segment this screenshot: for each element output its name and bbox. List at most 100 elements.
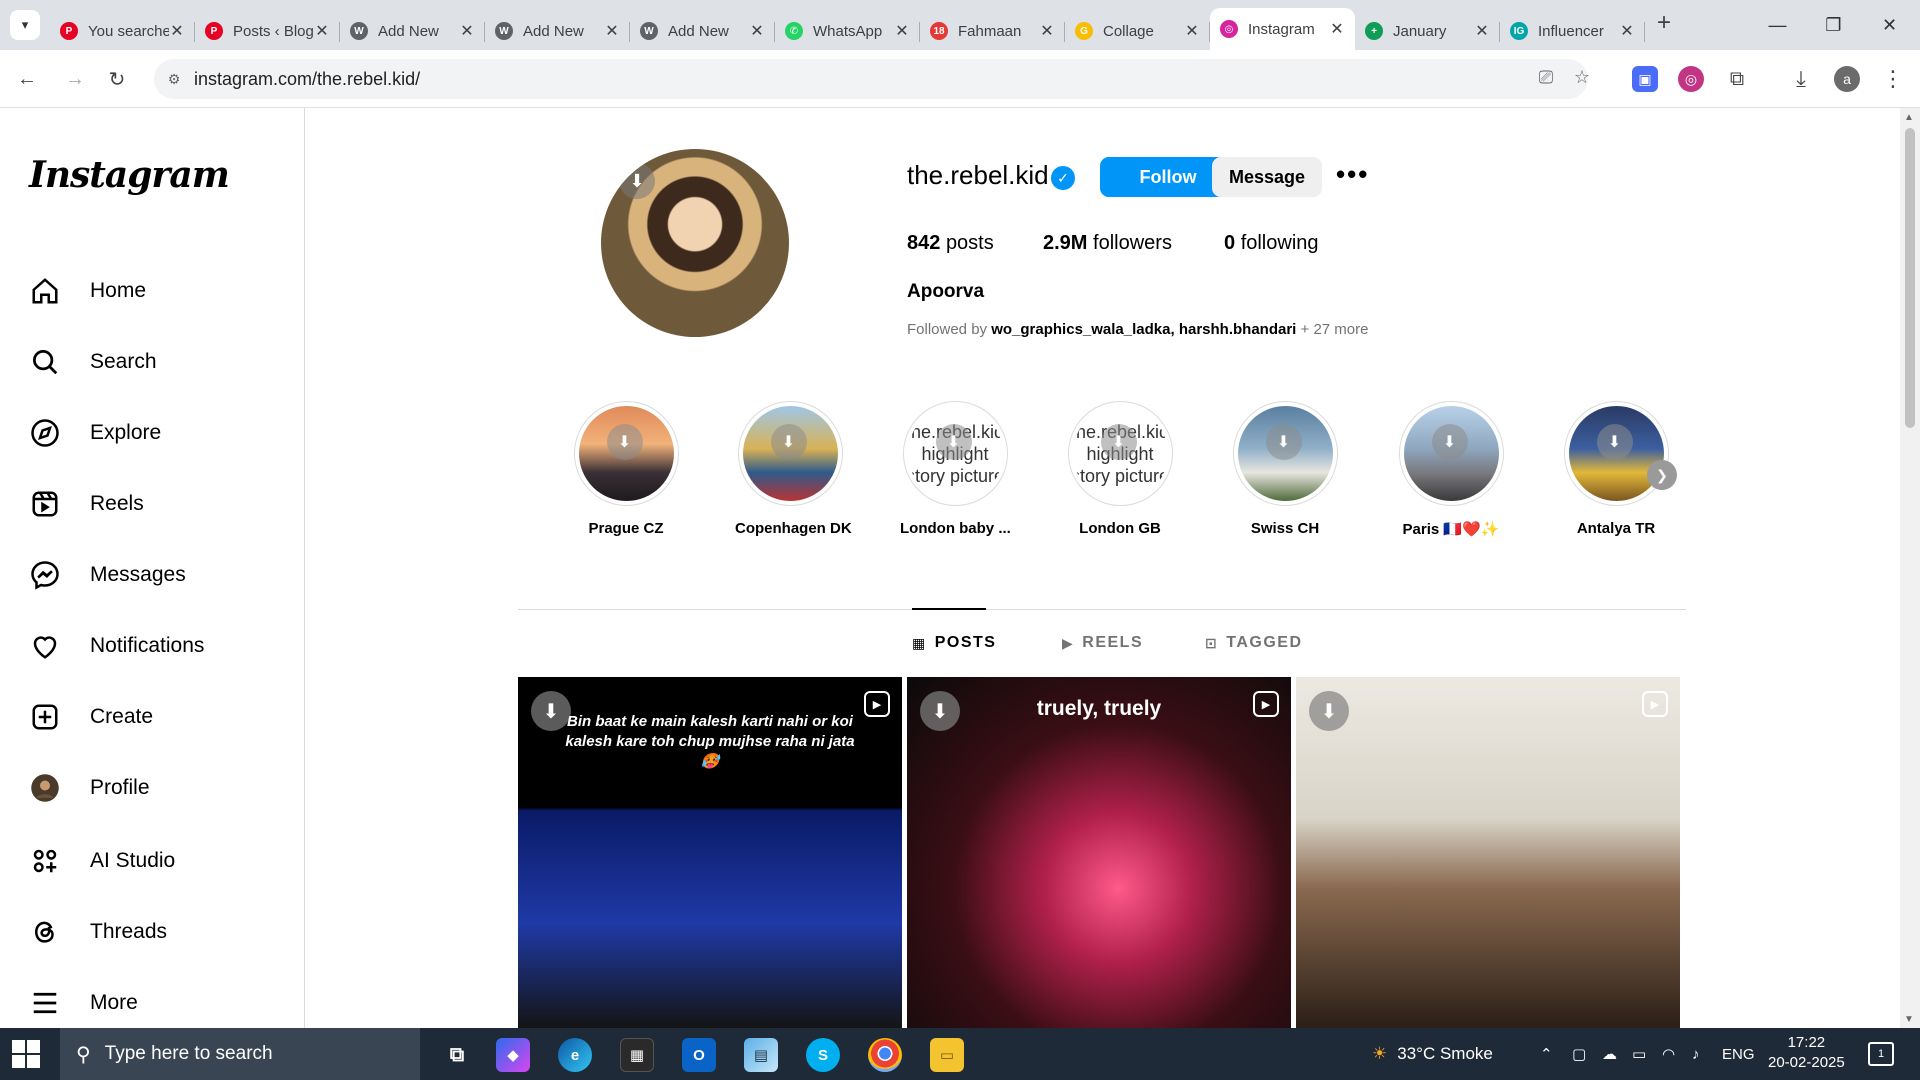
tab-search-button[interactable]: ▾ — [10, 10, 40, 40]
taskbar-search-box[interactable]: ⚲ Type here to search — [60, 1028, 420, 1080]
tab-close-icon[interactable]: ✕ — [169, 21, 185, 41]
skype-icon[interactable]: S — [806, 1038, 840, 1072]
tab-close-icon[interactable]: ✕ — [459, 21, 475, 41]
language-indicator[interactable]: ENG — [1722, 1028, 1755, 1080]
browser-tab[interactable]: IG Influencer ✕ — [1500, 14, 1645, 48]
notes-icon[interactable]: ▤ — [744, 1038, 778, 1072]
browser-tab[interactable]: ✆ WhatsApp ✕ — [775, 14, 920, 48]
url-text[interactable]: instagram.com/the.rebel.kid/ — [194, 69, 420, 90]
browser-tab[interactable]: P You searched✕ — [50, 14, 195, 48]
download-icon[interactable]: ⬇ — [619, 163, 655, 199]
tab-close-icon[interactable]: ✕ — [1619, 21, 1635, 41]
file-explorer-icon[interactable]: ▭ — [930, 1038, 964, 1072]
chrome-icon[interactable] — [868, 1038, 902, 1072]
address-bar[interactable]: ⚙ instagram.com/the.rebel.kid/ ⎚ ☆ — [154, 59, 1590, 99]
followed-by-text[interactable]: Followed by wo_graphics_wala_ladka, hars… — [907, 321, 1369, 338]
scroll-up-icon[interactable]: ▲ — [1904, 112, 1914, 123]
tab-close-icon[interactable]: ✕ — [1184, 21, 1200, 41]
browser-tab[interactable]: G Collage ✕ — [1065, 14, 1210, 48]
tab-posts[interactable]: ▦ POSTS — [912, 634, 996, 652]
scroll-down-icon[interactable]: ▼ — [1904, 1014, 1914, 1025]
scrollbar-thumb[interactable] — [1905, 128, 1915, 428]
download-icon[interactable]: ⬇ — [770, 424, 807, 460]
sidebar-item-ai-studio[interactable]: AI Studio — [28, 841, 175, 881]
download-icon[interactable]: ⬇ — [1265, 424, 1302, 460]
store-icon[interactable]: ▦ — [620, 1038, 654, 1072]
followed-by-user-1[interactable]: wo_graphics_wala_ladka — [991, 321, 1170, 338]
sidebar-item-messages[interactable]: Messages — [28, 555, 186, 595]
show-hidden-icons[interactable]: ⌃ — [1540, 1028, 1553, 1080]
download-icon[interactable]: ⬇ — [1100, 424, 1137, 460]
tab-close-icon[interactable]: ✕ — [894, 21, 910, 41]
sidebar-item-home[interactable]: Home — [28, 271, 146, 311]
download-icon[interactable]: ⬇ — [935, 424, 972, 460]
sidebar-item-create[interactable]: Create — [28, 697, 153, 737]
download-icon[interactable]: ⬇ — [1309, 691, 1349, 731]
back-button[interactable]: ← — [12, 64, 42, 94]
new-tab-button[interactable]: + — [1652, 11, 1676, 36]
windows-start-button[interactable] — [12, 1040, 42, 1070]
kebab-menu-icon[interactable]: ⋮ — [1880, 66, 1906, 92]
weather-widget[interactable]: ☀ 33°C Smoke — [1372, 1028, 1493, 1080]
browser-tab[interactable]: W Add New ✕ — [340, 14, 485, 48]
edge-icon[interactable]: e — [558, 1038, 592, 1072]
profile-avatar-button[interactable]: a — [1834, 66, 1860, 92]
more-options-icon[interactable]: ••• — [1336, 161, 1368, 192]
sidebar-item-notifications[interactable]: Notifications — [28, 626, 204, 666]
tab-close-icon[interactable]: ✕ — [604, 21, 620, 41]
browser-tab[interactable]: ◎ Instagram ✕ — [1210, 8, 1355, 50]
profile-avatar[interactable]: ⬇ — [601, 149, 789, 337]
message-button[interactable]: Message — [1212, 157, 1322, 197]
task-view-icon[interactable]: ⧉ — [440, 1038, 474, 1072]
tab-close-icon[interactable]: ✕ — [1474, 21, 1490, 41]
translate-extension-icon[interactable]: ▣ — [1632, 66, 1658, 92]
followers-count[interactable]: 2.9M followers — [1043, 232, 1172, 255]
followed-by-more[interactable]: + 27 more — [1301, 321, 1369, 338]
onedrive-icon[interactable]: ☁ — [1602, 1028, 1617, 1080]
sidebar-item-threads[interactable]: Threads — [28, 912, 167, 952]
close-window-button[interactable]: ✕ — [1862, 0, 1917, 50]
install-app-icon[interactable]: ⎚ — [1534, 67, 1558, 91]
tab-tagged[interactable]: ⊡ TAGGED — [1205, 634, 1303, 652]
sidebar-item-reels[interactable]: Reels — [28, 484, 144, 524]
wifi-icon[interactable]: ◠ — [1662, 1028, 1675, 1080]
page-scrollbar[interactable]: ▲ ▼ — [1900, 108, 1920, 1028]
tab-close-icon[interactable]: ✕ — [1329, 19, 1345, 39]
browser-tab[interactable]: 18 Fahmaan ✕ — [920, 14, 1065, 48]
highlight-item[interactable]: ⬇ Copenhagen DK — [735, 401, 852, 537]
forward-button[interactable]: → — [60, 64, 90, 94]
post-tile[interactable]: ⬇ ▶ Bin baat ke main kalesh karti nahi or … — [518, 677, 902, 1029]
extensions-puzzle-icon[interactable]: ⧉ — [1724, 66, 1750, 92]
followed-by-user-2[interactable]: harshh.bhandari — [1179, 321, 1297, 338]
highlight-item[interactable]: ⬇ Swiss CH — [1230, 401, 1340, 537]
download-icon[interactable]: ⬇ — [1596, 424, 1633, 460]
highlight-item[interactable]: ⬇ Paris 🇫🇷❤️✨ — [1396, 401, 1506, 538]
copilot-icon[interactable]: ◆ — [496, 1038, 530, 1072]
sidebar-item-explore[interactable]: Explore — [28, 413, 161, 453]
post-tile[interactable]: ⬇ ▶ — [1296, 677, 1680, 1029]
download-icon[interactable]: ⬇ — [606, 424, 643, 460]
bookmark-star-icon[interactable]: ☆ — [1570, 67, 1594, 91]
volume-icon[interactable]: ♪ — [1692, 1028, 1700, 1080]
browser-tab[interactable]: W Add New ✕ — [485, 14, 630, 48]
instagram-logo[interactable]: Instagram — [29, 154, 230, 196]
browser-tab[interactable]: P Posts ‹ Blog ✕ — [195, 14, 340, 48]
download-icon[interactable]: ⬇ — [1431, 424, 1468, 460]
download-icon[interactable]: ⤓ — [1788, 66, 1814, 92]
browser-tab[interactable]: + January ✕ — [1355, 14, 1500, 48]
minimize-button[interactable]: — — [1750, 0, 1805, 50]
sidebar-item-more[interactable]: More — [28, 983, 138, 1023]
tab-close-icon[interactable]: ✕ — [749, 21, 765, 41]
instagram-extension-icon[interactable]: ◎ — [1678, 66, 1704, 92]
highlight-item[interactable]: the.rebel.kid highlight story picture⬇ Lo… — [1065, 401, 1175, 537]
restore-button[interactable]: ❐ — [1806, 0, 1861, 50]
system-clock[interactable]: 17:22 20-02-2025 — [1768, 1033, 1845, 1073]
battery-icon[interactable]: ▭ — [1632, 1028, 1646, 1080]
outlook-icon[interactable]: O — [682, 1038, 716, 1072]
following-count[interactable]: 0 following — [1224, 232, 1319, 255]
highlight-item[interactable]: the.rebel.kid highlight story picture⬇ Lo… — [900, 401, 1011, 537]
site-info-icon[interactable]: ⚙ — [154, 71, 194, 88]
meet-icon[interactable]: ▢ — [1572, 1028, 1586, 1080]
notification-center-button[interactable]: 1 — [1868, 1042, 1894, 1066]
sidebar-item-search[interactable]: Search — [28, 342, 157, 382]
